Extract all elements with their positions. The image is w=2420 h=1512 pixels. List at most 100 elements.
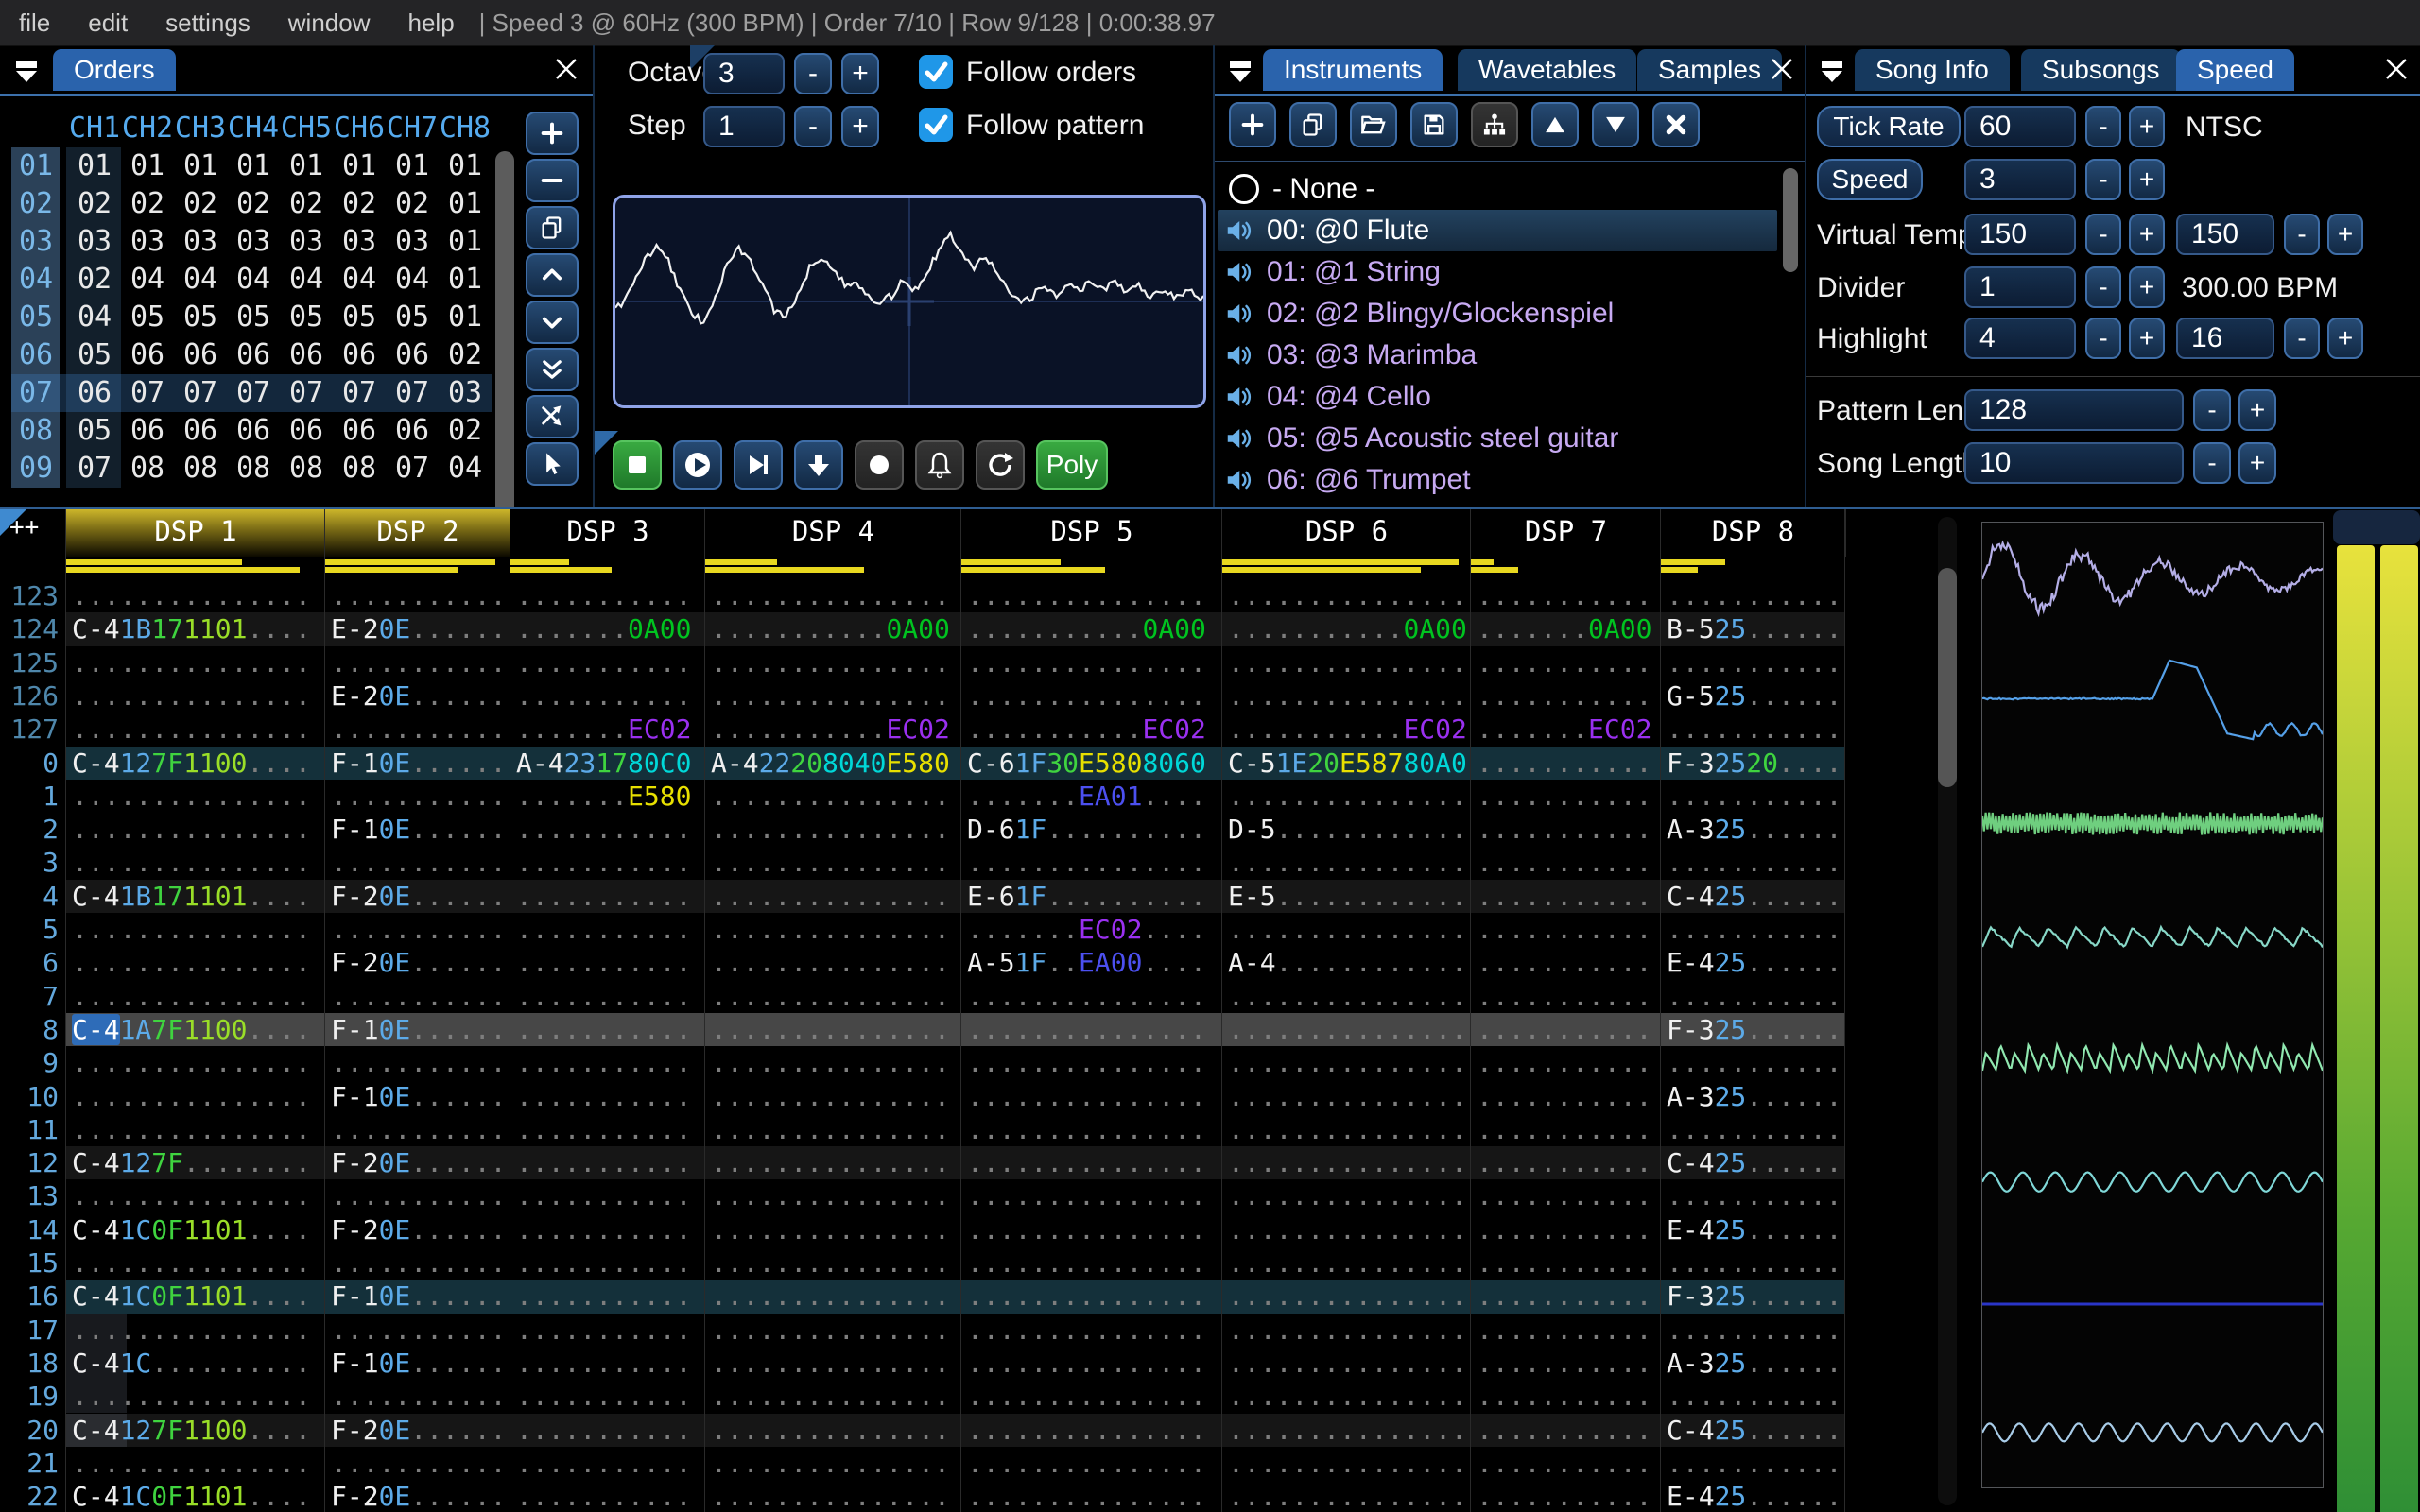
pattern-cell[interactable]: F-20E...... [331,1414,506,1447]
song-length-input[interactable]: 10 [1964,442,2184,484]
pattern-cell[interactable]: F-20E...... [331,1480,506,1512]
pattern-cell[interactable]: ........... [1477,1013,1651,1046]
pattern-cell[interactable]: C-41C0F1101.... [72,1280,311,1313]
pattern-cell[interactable]: E-20E...... [331,679,506,713]
pattern-cell[interactable]: ............... [72,1380,311,1413]
pattern-cell[interactable]: ........... [516,880,691,913]
pattern-length-increment-button[interactable]: + [2238,389,2276,431]
pattern-cell[interactable]: .......EC02 [1477,713,1651,746]
pattern-cell[interactable]: F-10E...... [331,1013,506,1046]
follow-orders-checkbox[interactable] [919,55,953,89]
order-cell[interactable]: 05 [227,299,280,336]
pattern-cell[interactable]: C-425...... [1667,880,1841,913]
pattern-cell[interactable]: ............... [1228,1380,1467,1413]
pattern-cell[interactable]: ........... [331,913,506,946]
order-cell[interactable]: 03 [333,223,386,261]
pattern-cell[interactable]: ............... [711,1347,950,1380]
pattern-cell[interactable]: ........... [1477,1080,1651,1113]
pattern-cell[interactable]: ........... [331,713,506,746]
pattern-cell[interactable]: F-32520.... [1667,747,1841,780]
pattern-cell[interactable]: ............... [711,880,950,913]
pattern-cell[interactable]: ........... [1477,1280,1651,1313]
tab-song-info[interactable]: Song Info [1855,49,2010,91]
pattern-cell[interactable]: ........... [331,780,506,813]
instrument-folder-view-button[interactable] [1471,102,1518,147]
order-row-number[interactable]: 06 [9,336,62,374]
pattern-cell[interactable]: ............... [1228,1213,1467,1246]
virtual-tempo-denominator-input[interactable]: 150 [2176,214,2274,255]
speed-label[interactable]: Speed [1817,159,1923,200]
pattern-cell[interactable]: ........... [1477,679,1651,713]
pattern-cell[interactable]: F-10E...... [331,1280,506,1313]
pattern-cell[interactable]: ........... [331,646,506,679]
order-cell[interactable]: 07 [333,374,386,412]
order-cell[interactable]: 01 [227,147,280,185]
pattern-cell[interactable]: ............... [711,1280,950,1313]
order-row-number[interactable]: 02 [9,185,62,223]
order-cell[interactable]: 06 [386,336,439,374]
order-row-number[interactable]: 07 [9,374,62,412]
order-cell[interactable]: 02 [68,185,121,223]
instrument-item[interactable]: 02: @2 Blingy/Glockenspiel [1218,293,1777,335]
pattern-cell[interactable]: E-425...... [1667,946,1841,979]
order-cell[interactable]: 03 [121,223,174,261]
pattern-cell[interactable]: ............... [711,679,950,713]
step-input[interactable]: 1 [703,106,785,147]
pattern-cell[interactable]: ........... [516,813,691,846]
highlight-2-input[interactable]: 16 [2176,318,2274,359]
order-cell[interactable]: 01 [68,147,121,185]
pattern-cell[interactable]: ............... [711,646,950,679]
tick-rate-label[interactable]: Tick Rate [1817,106,1961,147]
order-cell[interactable]: 01 [121,147,174,185]
speed-increment-button[interactable]: + [2129,159,2165,200]
duplicate-order-button[interactable] [526,206,579,249]
pattern-cell[interactable]: E-61F.......... [967,880,1206,913]
pattern-cell[interactable]: ............... [711,1046,950,1079]
pattern-cell[interactable]: ........... [331,1380,506,1413]
pattern-cell[interactable]: ........... [1667,1246,1841,1280]
pattern-cell[interactable]: ............... [1228,1447,1467,1480]
pattern-cell[interactable]: ........... [1477,1414,1651,1447]
pattern-cell[interactable]: .......EA01.... [967,780,1206,813]
instruments-scrollbar[interactable] [1783,168,1798,319]
pattern-corner-button[interactable]: ++ [9,513,39,541]
pattern-cell[interactable]: ........... [1477,1046,1651,1079]
highlight-1-increment-button[interactable]: + [2129,318,2165,359]
pattern-cell[interactable]: F-20E...... [331,1213,506,1246]
pattern-cell[interactable]: ............... [967,846,1206,879]
pattern-cell[interactable]: ............... [72,1113,311,1146]
pattern-cell[interactable]: ............... [967,1013,1206,1046]
order-cell[interactable]: 06 [227,336,280,374]
pattern-cell[interactable]: ............... [72,813,311,846]
order-cell[interactable]: 05 [174,299,227,336]
order-cell[interactable]: 05 [68,336,121,374]
pattern-cell[interactable]: ........... [1667,1447,1841,1480]
pattern-cell[interactable]: ............... [1228,1414,1467,1447]
pattern-cell[interactable]: ........... [1477,780,1651,813]
order-cell[interactable]: 03 [439,374,492,412]
metronome-icon[interactable] [915,440,964,490]
menu-edit[interactable]: edit [69,9,147,38]
pattern-cell[interactable]: .......EC02 [516,713,691,746]
pattern-cell[interactable]: ............... [967,1246,1206,1280]
pattern-cell[interactable]: ........... [1667,1380,1841,1413]
pattern-cell[interactable]: ............... [967,1146,1206,1179]
step-increment-button[interactable]: + [841,106,879,147]
pattern-cell[interactable]: ............... [711,980,950,1013]
order-edit-mode-button[interactable] [526,442,579,486]
pattern-cell[interactable]: C-4127F1100.... [72,747,311,780]
virtual-tempo-num-increment-button[interactable]: + [2129,214,2165,255]
pattern-cell[interactable]: E-5............ [1228,880,1467,913]
order-row-number[interactable]: 03 [9,223,62,261]
pattern-cell[interactable]: ............... [1228,1113,1467,1146]
pattern-cell[interactable]: A-325...... [1667,1347,1841,1380]
pattern-cell[interactable]: ...........EC02 [1228,713,1467,746]
step-row-button[interactable] [794,440,843,490]
pattern-cell[interactable]: ........... [516,1213,691,1246]
pattern-cell[interactable]: ............... [72,1080,311,1113]
poly-button[interactable]: Poly [1036,440,1108,490]
pattern-cell[interactable]: C-41C.......... [72,1347,311,1380]
order-cell[interactable]: 07 [68,450,121,488]
tab-orders[interactable]: Orders [53,49,176,91]
order-cell[interactable]: 07 [280,374,333,412]
